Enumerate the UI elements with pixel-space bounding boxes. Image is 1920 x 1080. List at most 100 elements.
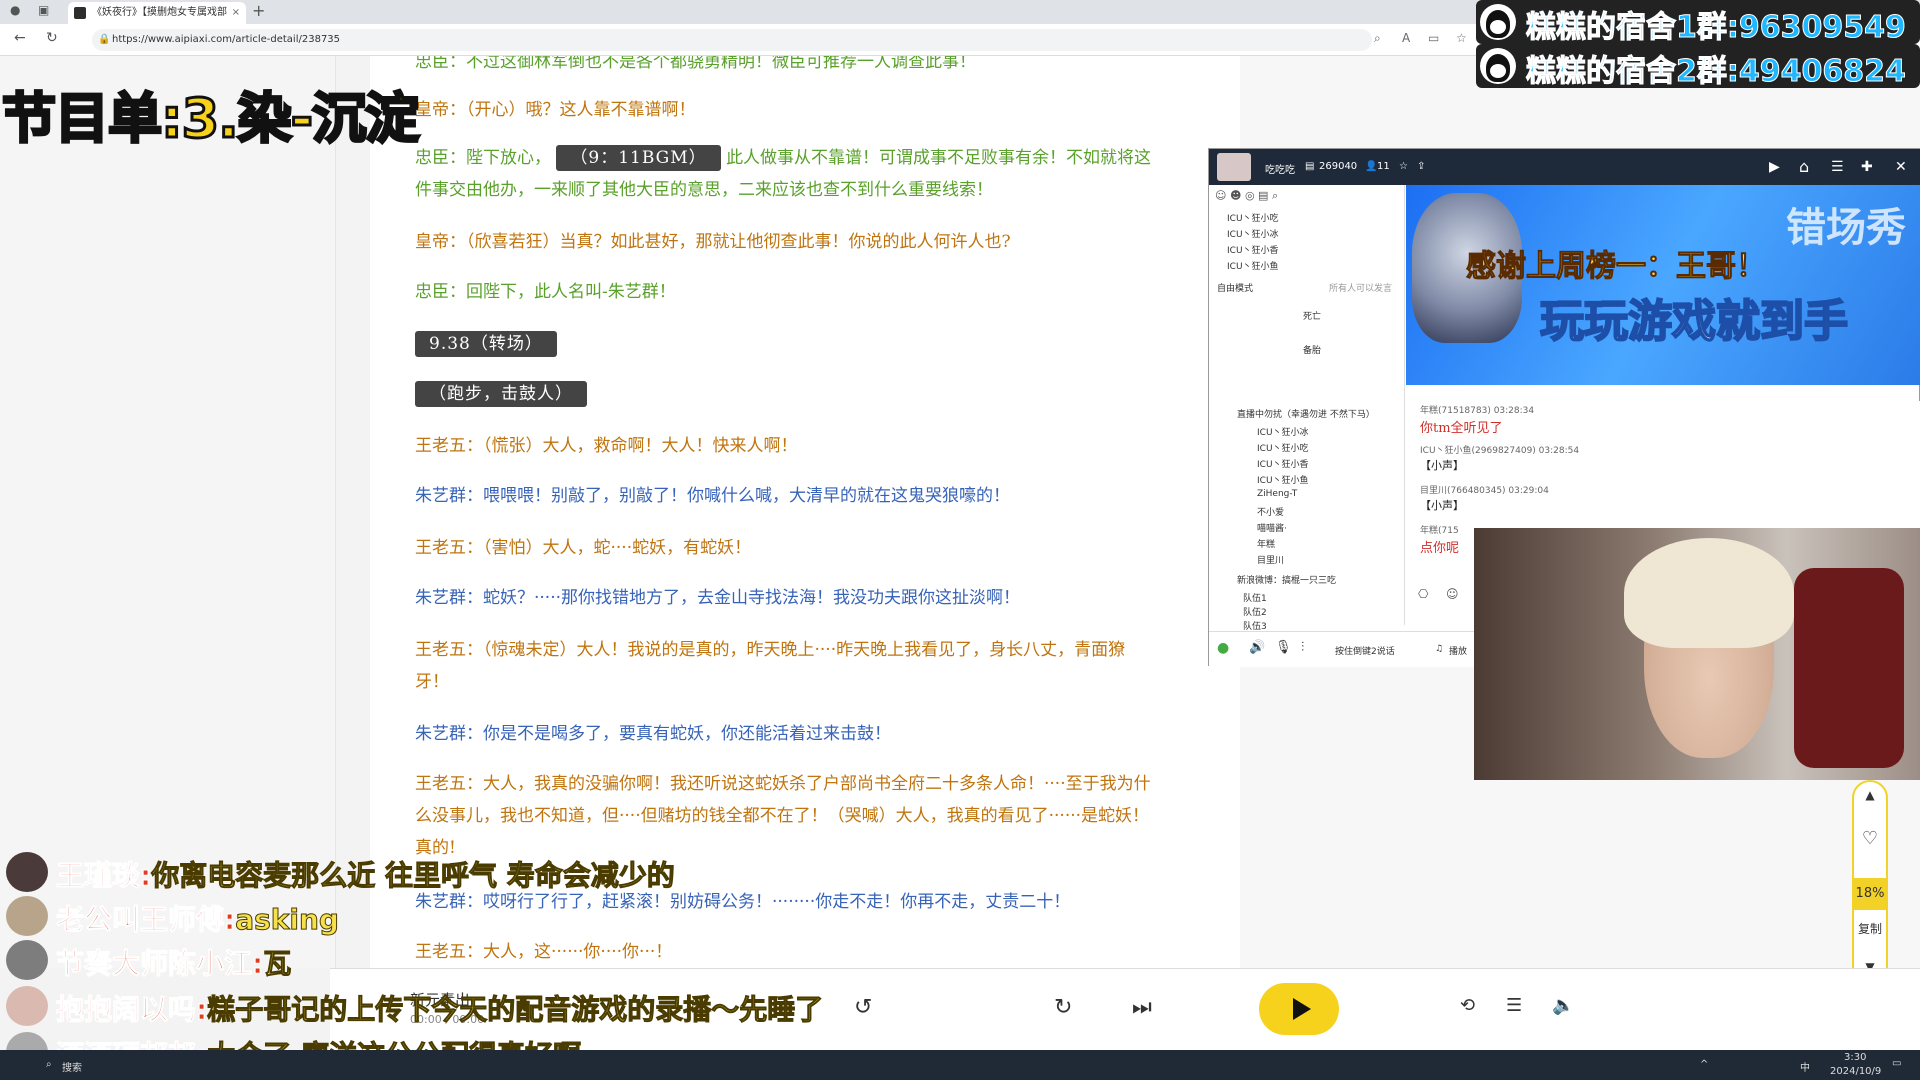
room-id-icon: ▤: [1305, 161, 1315, 172]
status-icon[interactable]: ●: [1217, 640, 1229, 656]
member-item[interactable]: 年糕: [1257, 537, 1275, 550]
close-window-icon[interactable]: ✕: [1895, 159, 1907, 175]
zoom-icon[interactable]: ⌕: [1374, 31, 1381, 46]
play-music-label[interactable]: 播放: [1449, 644, 1467, 657]
progress-percent: 18%: [1854, 878, 1886, 910]
new-tab-button[interactable]: +: [252, 1, 265, 20]
chat-message: 点你呢: [1420, 541, 1460, 556]
banner-text: 玩玩游戏就到手: [1539, 295, 1849, 348]
profile-icon[interactable]: ●: [10, 3, 20, 17]
user-icon[interactable]: ☺: [1215, 189, 1226, 202]
menu-icon[interactable]: ☰: [1831, 159, 1844, 175]
group-title[interactable]: 新浪微博：搞棍一只三吃: [1237, 573, 1336, 586]
mode-select[interactable]: 自由模式: [1217, 281, 1253, 294]
danmaku-user: 王瑾琰:: [55, 859, 152, 893]
share-icon[interactable]: ⇪: [1417, 161, 1425, 172]
video-icon[interactable]: ▶: [1769, 159, 1780, 175]
site-favicon-icon: [74, 7, 86, 19]
channel-item[interactable]: ICU丶狂小香: [1227, 243, 1279, 256]
script-article: 忠臣：不过这御林军倒也不是各个都骁勇精明！微臣可推荐一人调查此事！ 皇帝：（开心…: [370, 56, 1240, 968]
member-item[interactable]: ICU丶狂小香: [1257, 457, 1309, 470]
taskbar-search[interactable]: 搜索: [62, 1059, 82, 1074]
notes-icon[interactable]: ▤: [1258, 189, 1268, 202]
script-line: 朱艺群：你是不是喝多了，要真有蛇妖，你还能活着过来击鼓！: [415, 724, 891, 744]
script-line: 王老五：大人，我真的没骗你啊！我还听说这蛇妖杀了户部尚书全府二十多条人命！···…: [415, 774, 1151, 858]
search-icon[interactable]: ⌕: [1272, 189, 1278, 202]
side-control-bar: ▲ ♡ 18% 复制 ▼: [1852, 780, 1888, 988]
browser-tab[interactable]: 《妖夜行》【摸删炮女专属戏部 ×: [68, 2, 246, 24]
ime-indicator[interactable]: 中: [1800, 1059, 1810, 1074]
chat-message: 【小声】: [1420, 499, 1464, 512]
clock-time[interactable]: 3:30: [1844, 1052, 1866, 1063]
avatar: [6, 986, 48, 1026]
home-icon[interactable]: ⌂: [1799, 157, 1809, 176]
room-avatar: [1217, 153, 1251, 181]
forward-15-icon[interactable]: ↻: [1054, 995, 1072, 1020]
script-line: 忠臣：陛下放心， （9：11BGM） 此人做事从不靠谱！可谓成事不足败事有余！不…: [415, 142, 1155, 206]
cue-tag: （跑步，击鼓人）: [415, 381, 587, 407]
mixer-icon[interactable]: ⫶: [1301, 640, 1304, 655]
chat-message: 你tm全听见了: [1420, 421, 1503, 436]
favorite-icon[interactable]: ☆: [1399, 161, 1408, 172]
script-line: 9.38（转场）: [415, 328, 1155, 360]
speaker-icon[interactable]: 🔊: [1249, 640, 1265, 655]
music-icon[interactable]: ♫: [1435, 644, 1443, 654]
danmaku-message: asking: [235, 903, 340, 937]
seat-label: 备胎: [1303, 346, 1322, 356]
script-line: 王老五：大人，这······你····你···！: [415, 942, 673, 962]
qq-group-text: 糕糕的宿舍2群:49406824: [1526, 54, 1907, 90]
scroll-up-icon[interactable]: ▲: [1854, 788, 1886, 802]
banner-text: 错场秀: [1786, 205, 1906, 251]
member-item[interactable]: ICU丶狂小冰: [1257, 425, 1309, 438]
favorite-star-icon[interactable]: ☆: [1456, 31, 1467, 45]
gamepad-icon[interactable]: ⎔: [1418, 587, 1428, 601]
avatar: [6, 940, 48, 980]
left-blank-pane: [0, 56, 336, 968]
danmaku-user: 节奏大师陈小江:: [55, 947, 264, 981]
script-line: 皇帝：（开心）哦？这人靠不靠谱啊！: [415, 100, 696, 120]
play-button[interactable]: [1259, 983, 1339, 1035]
next-track-icon[interactable]: ⏭: [1132, 995, 1152, 1020]
team-item[interactable]: 队伍1: [1243, 591, 1267, 604]
url-field[interactable]: 🔒 https://www.aipiaxi.com/article-detail…: [92, 29, 1372, 51]
repeat-icon[interactable]: ⟲: [1460, 995, 1475, 1016]
member-item[interactable]: 不小爱: [1257, 505, 1284, 518]
clock-date[interactable]: 2024/10/9: [1830, 1066, 1881, 1077]
playlist-icon[interactable]: ☰: [1506, 995, 1522, 1016]
emoji-icon[interactable]: ☺: [1446, 587, 1459, 601]
push-to-talk-hint[interactable]: 按住倒键2说话: [1335, 644, 1395, 657]
channel-item[interactable]: ICU丶狂小鱼: [1227, 259, 1279, 272]
seat-label: 死亡: [1303, 312, 1322, 322]
volume-icon[interactable]: 🔈: [1552, 995, 1574, 1016]
group-title[interactable]: 直播中勿扰（幸遇勿进 不然下马）: [1237, 407, 1375, 420]
tray-chevron-icon[interactable]: ^: [1700, 1059, 1708, 1070]
notification-icon[interactable]: ▭: [1892, 1058, 1901, 1069]
channel-item[interactable]: ICU丶狂小吃: [1227, 211, 1279, 224]
member-item[interactable]: 喵喵酱·: [1257, 521, 1287, 534]
read-aloud-icon[interactable]: A: [1402, 31, 1410, 45]
member-item[interactable]: ICU丶狂小鱼: [1257, 473, 1309, 486]
reader-view-icon[interactable]: ▭: [1428, 31, 1439, 45]
team-item[interactable]: 队伍2: [1243, 605, 1267, 618]
search-icon[interactable]: ⌕: [46, 1059, 52, 1070]
refresh-icon[interactable]: ↻: [46, 30, 58, 46]
script-line: 朱艺群：蛇妖？·····那你找错地方了，去金山寺找法海！我没功夫跟你这扯淡啊！: [415, 588, 1021, 608]
like-heart-icon[interactable]: ♡: [1854, 828, 1886, 849]
copy-button[interactable]: 复制: [1854, 920, 1886, 937]
client-title-bar: 吃吃吃 ▤ 269040 👤 11 ☆ ⇪ ▶ ⌂ ☰ ✚ ✕: [1209, 149, 1920, 185]
microphone-icon[interactable]: 🎙: [1275, 640, 1292, 655]
promo-banner[interactable]: 错场秀 感谢上周榜一：王哥！ 玩玩游戏就到手: [1406, 185, 1920, 385]
close-tab-icon[interactable]: ×: [232, 2, 240, 24]
back-icon[interactable]: ←: [14, 30, 26, 46]
member-item[interactable]: ICU丶狂小吃: [1257, 441, 1309, 454]
danmaku-user: 抱抱阔以吗:: [55, 993, 208, 1027]
member-item[interactable]: ZiHeng-T: [1257, 489, 1297, 499]
member-item[interactable]: 目里川: [1257, 553, 1284, 566]
emoji-icon[interactable]: ☻: [1230, 189, 1241, 202]
location-icon[interactable]: ◎: [1245, 189, 1255, 202]
rewind-15-icon[interactable]: ↺: [854, 995, 872, 1020]
chat-meta: 年糕(71518783) 03:28:34: [1420, 406, 1535, 416]
channel-item[interactable]: ICU丶狂小冰: [1227, 227, 1279, 240]
tab-actions-icon[interactable]: ▣: [38, 3, 49, 17]
gamepad-icon[interactable]: ✚: [1861, 159, 1873, 175]
